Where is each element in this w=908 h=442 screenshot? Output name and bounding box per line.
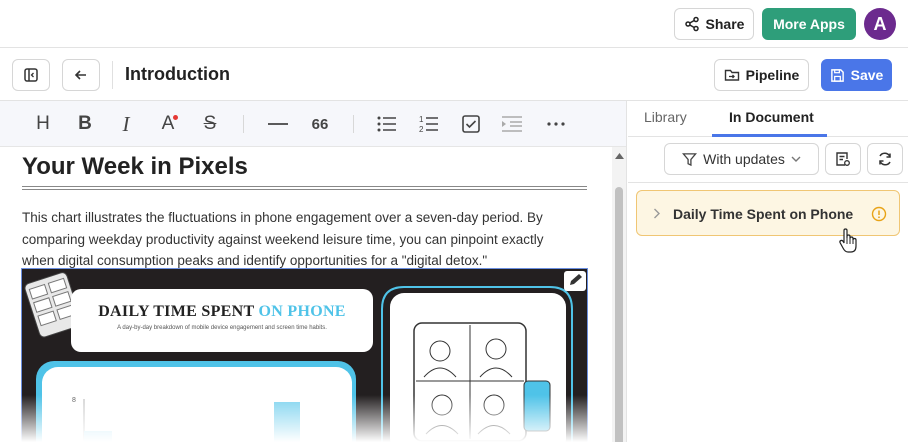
folder-arrow-icon bbox=[724, 69, 739, 81]
tab-library[interactable]: Library bbox=[644, 109, 687, 125]
chevron-right-icon[interactable] bbox=[653, 208, 661, 219]
refresh-icon bbox=[879, 152, 891, 166]
filter-label: With updates bbox=[703, 151, 785, 167]
toolbar-separator bbox=[243, 115, 244, 133]
share-button[interactable]: Share bbox=[674, 8, 754, 40]
document-list-button[interactable] bbox=[825, 143, 861, 175]
save-button[interactable]: Save bbox=[821, 59, 892, 91]
arrow-left-icon bbox=[74, 70, 86, 80]
bold-icon[interactable]: B bbox=[72, 111, 98, 137]
more-icon[interactable] bbox=[543, 111, 569, 137]
numbered-list-icon[interactable]: 12 bbox=[416, 111, 442, 137]
share-icon bbox=[684, 16, 699, 32]
avatar-letter: A bbox=[873, 13, 887, 34]
checklist-icon[interactable] bbox=[458, 111, 484, 137]
svg-text:2: 2 bbox=[419, 125, 424, 134]
document-heading[interactable]: Your Week in Pixels bbox=[22, 153, 248, 181]
document-list-icon bbox=[836, 152, 850, 166]
back-button[interactable] bbox=[62, 59, 100, 91]
list-item-label: Daily Time Spent on Phone bbox=[673, 206, 854, 222]
editor-scrollbar[interactable] bbox=[612, 147, 626, 442]
text-color-icon[interactable]: A bbox=[155, 111, 181, 137]
bullet-list-icon[interactable] bbox=[374, 111, 400, 137]
divider-icon[interactable] bbox=[265, 111, 291, 137]
warning-icon bbox=[871, 206, 887, 222]
infographic-subtitle: A day-by-day breakdown of mobile device … bbox=[117, 325, 327, 331]
share-label: Share bbox=[705, 16, 745, 32]
editor: H B I A S 66 12 Your Week in Pixels This… bbox=[0, 101, 627, 442]
pipeline-button[interactable]: Pipeline bbox=[714, 59, 809, 91]
hand-cursor-icon bbox=[839, 228, 857, 253]
indent-icon[interactable] bbox=[499, 111, 525, 137]
more-apps-button[interactable]: More Apps bbox=[762, 8, 856, 40]
strikethrough-icon[interactable]: S bbox=[197, 111, 223, 137]
italic-icon[interactable]: I bbox=[113, 111, 139, 137]
more-apps-label: More Apps bbox=[773, 16, 845, 32]
filter-dropdown[interactable]: With updates bbox=[664, 143, 819, 175]
scrollbar-thumb[interactable] bbox=[615, 187, 623, 442]
editor-toolbar: H B I A S 66 12 bbox=[0, 101, 626, 147]
right-panel: Library In Document With updates Daily T… bbox=[628, 101, 908, 442]
refresh-button[interactable] bbox=[867, 143, 903, 175]
sidebar-icon bbox=[24, 68, 38, 82]
divider bbox=[112, 61, 113, 89]
top-bar: Share More Apps A bbox=[0, 0, 908, 48]
quote-icon[interactable]: 66 bbox=[307, 111, 333, 137]
save-label: Save bbox=[850, 67, 884, 83]
active-tab-indicator bbox=[712, 134, 827, 137]
tab-in-document[interactable]: In Document bbox=[729, 109, 814, 125]
heading-rule bbox=[22, 186, 587, 190]
document-paragraph[interactable]: This chart illustrates the fluctuations … bbox=[22, 207, 567, 272]
editor-fade bbox=[0, 395, 612, 442]
toggle-sidebar-button[interactable] bbox=[12, 59, 50, 91]
infographic-title-accent: ON PHONE bbox=[258, 303, 346, 320]
list-item[interactable]: Daily Time Spent on Phone bbox=[636, 190, 900, 236]
filter-icon bbox=[682, 152, 698, 166]
svg-text:1: 1 bbox=[419, 115, 424, 124]
document-bar: Introduction Pipeline Save bbox=[0, 49, 908, 101]
infographic-title: DAILY TIME SPENT ON PHONE bbox=[71, 303, 373, 321]
page-title: Introduction bbox=[125, 64, 230, 84]
pipeline-label: Pipeline bbox=[745, 67, 800, 83]
chevron-down-icon bbox=[791, 156, 801, 162]
infographic-title-main: DAILY TIME SPENT bbox=[98, 303, 255, 320]
panel-divider bbox=[628, 182, 908, 183]
avatar[interactable]: A bbox=[864, 8, 896, 40]
toolbar-separator bbox=[353, 115, 354, 133]
panel-tabs: Library In Document bbox=[628, 101, 908, 137]
save-icon bbox=[830, 68, 844, 82]
heading-icon[interactable]: H bbox=[30, 111, 56, 137]
